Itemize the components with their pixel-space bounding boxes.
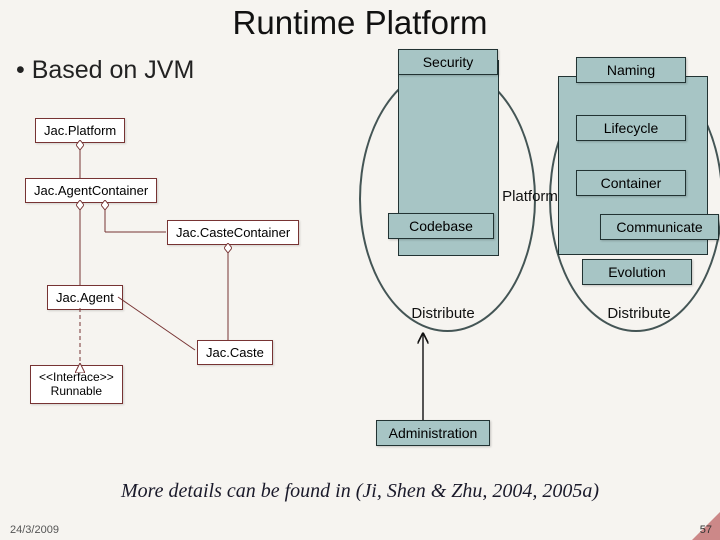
page-title: Runtime Platform	[0, 4, 720, 42]
box-lifecycle: Lifecycle	[576, 115, 686, 141]
slide: Runtime Platform • Based on JVM Jac.Plat…	[0, 0, 720, 540]
uml-jac-platform: Jac.Platform	[35, 118, 125, 143]
box-naming: Naming	[576, 57, 686, 83]
uml-runnable: <<Interface>> Runnable	[30, 365, 123, 404]
footer-page: 57	[700, 524, 712, 536]
uml-runnable-name: Runnable	[51, 384, 102, 398]
citation: More details can be found in (Ji, Shen &…	[0, 480, 720, 503]
label-distribute-left: Distribute	[398, 305, 488, 322]
box-communicate: Communicate	[600, 214, 719, 240]
uml-jac-agent-container: Jac.AgentContainer	[25, 178, 157, 203]
label-platform: Platform	[500, 188, 560, 205]
uml-runnable-stereo: <<Interface>>	[39, 370, 114, 384]
uml-jac-agent: Jac.Agent	[47, 285, 123, 310]
box-container: Container	[576, 170, 686, 196]
footer-date: 24/3/2009	[10, 524, 59, 536]
uml-jac-caste-container: Jac.CasteContainer	[167, 220, 299, 245]
label-distribute-right: Distribute	[594, 305, 684, 322]
box-codebase: Codebase	[388, 213, 494, 239]
box-administration: Administration	[376, 420, 490, 446]
uml-jac-caste: Jac.Caste	[197, 340, 273, 365]
bullet-jvm: • Based on JVM	[16, 56, 194, 85]
box-security: Security	[398, 49, 498, 75]
box-evolution: Evolution	[582, 259, 692, 285]
